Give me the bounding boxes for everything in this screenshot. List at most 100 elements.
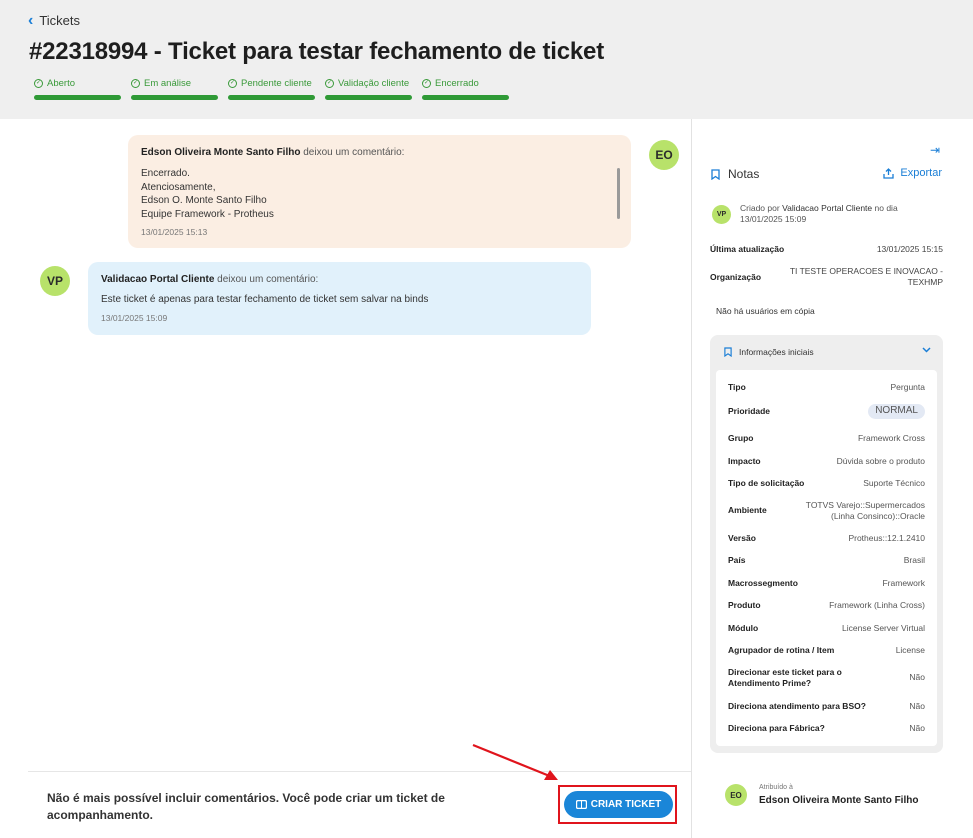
status-progress: ✓ Aberto ✓ Em análise ✓ Pendente cliente ✓ V… — [34, 76, 509, 100]
comment-time: 13/01/2025 15:13 — [141, 227, 208, 237]
annotation-arrow — [472, 743, 558, 780]
back-label: Tickets — [39, 13, 81, 28]
status-step-bar — [34, 95, 121, 100]
info-row-prioridade: Prioridade NORMAL — [728, 404, 925, 419]
no-copy-users: Não há usuários em cópia — [716, 306, 815, 316]
comment-action: deixou um comentário: — [214, 274, 319, 285]
informacoes-iniciais-body: Tipo Pergunta Prioridade NORMAL Grupo Frame… — [716, 370, 937, 746]
avatar: VP — [712, 205, 731, 224]
criar-ticket-label: CRIAR TICKET — [590, 799, 662, 810]
status-step-em-analise: ✓ Em análise — [131, 76, 218, 100]
ticket-icon — [575, 800, 587, 809]
info-key: Produto — [728, 600, 761, 610]
info-key: Direciona para Fábrica? — [728, 723, 825, 733]
info-key: Módulo — [728, 623, 759, 633]
info-row-agrupador: Agrupador de rotina / Item License — [728, 645, 925, 656]
info-key: Direciona atendimento para BSO? — [728, 701, 866, 711]
avatar: VP — [40, 266, 70, 296]
info-key: Prioridade — [728, 406, 771, 416]
organizacao-row: Organização TI TESTE OPERACOES E INOVACA… — [710, 266, 943, 288]
check-circle-icon: ✓ — [34, 78, 43, 88]
info-key: Grupo — [728, 433, 754, 443]
info-value: Pergunta — [890, 382, 926, 392]
created-date: 13/01/2025 15:09 — [740, 213, 807, 224]
info-row-bso: Direciona atendimento para BSO? Não — [728, 701, 925, 712]
comment-bubble: Validacao Portal Cliente deixou um comen… — [88, 262, 591, 335]
info-key: Direcionar este ticket para o Atendiment… — [728, 667, 842, 688]
info-value: Protheus::12.1.2410 — [848, 533, 925, 543]
back-to-tickets-link[interactable]: ‹ Tickets — [28, 11, 81, 29]
priority-badge: NORMAL — [868, 404, 925, 419]
info-value: TOTVS Varejo::Supermercados (Linha Consi… — [805, 500, 925, 521]
status-step-label: Pendente cliente — [241, 77, 312, 89]
informacoes-iniciais-header[interactable]: Informações iniciais — [724, 347, 814, 357]
status-step-bar — [131, 95, 218, 100]
info-row-atendimento-prime: Direcionar este ticket para o Atendiment… — [728, 667, 925, 688]
export-icon — [883, 167, 895, 179]
info-row-versao: Versão Protheus::12.1.2410 — [728, 533, 925, 544]
ultima-atualizacao-label: Última atualização — [710, 244, 785, 254]
organizacao-label: Organização — [710, 272, 762, 282]
chevron-left-icon: ‹ — [28, 11, 34, 29]
info-key: Tipo de solicitação — [728, 478, 805, 488]
assigned-label: Atribuído à — [759, 784, 793, 791]
ultima-atualizacao-value: 13/01/2025 15:15 — [876, 244, 943, 254]
ultima-atualizacao-row: Última atualização 13/01/2025 15:15 — [710, 244, 943, 254]
exportar-button[interactable]: Exportar — [883, 167, 942, 179]
collapse-panel-icon[interactable]: ⇥ — [930, 143, 940, 157]
ticket-header: ‹ Tickets #22318994 - Ticket para testar… — [0, 0, 973, 119]
status-step-label: Encerrado — [435, 77, 479, 89]
chevron-down-icon[interactable] — [922, 345, 931, 356]
exportar-label: Exportar — [900, 167, 942, 179]
status-step-bar — [228, 95, 315, 100]
status-step-encerrado: ✓ Encerrado — [422, 76, 509, 100]
organizacao-value: TI TESTE OPERACOES E INOVACAO - TEXHMP — [789, 266, 943, 287]
check-circle-icon: ✓ — [422, 78, 431, 88]
comment-header: Validacao Portal Cliente deixou um comen… — [101, 274, 578, 285]
info-key: Agrupador de rotina / Item — [728, 645, 835, 655]
info-row-pais: País Brasil — [728, 555, 925, 566]
comment-body: Este ticket é apenas para testar fechame… — [101, 294, 429, 305]
info-value: Framework Cross — [857, 433, 925, 443]
comment-bubble: Edson Oliveira Monte Santo Filho deixou … — [128, 135, 631, 248]
check-circle-icon: ✓ — [131, 78, 140, 88]
status-step-bar — [422, 95, 509, 100]
created-prefix: Criado por — [740, 203, 783, 213]
closed-ticket-message: Não é mais possível incluir comentários.… — [47, 791, 445, 822]
comment-header: Edson Oliveira Monte Santo Filho deixou … — [141, 147, 618, 158]
page-title: #22318994 - Ticket para testar fechament… — [29, 38, 604, 65]
status-step-pendente-cliente: ✓ Pendente cliente — [228, 76, 315, 100]
info-key: Impacto — [728, 456, 761, 466]
info-value: Dúvida sobre o produto — [836, 456, 925, 466]
info-value: Framework (Linha Cross) — [829, 600, 925, 610]
ticket-sidebar: ⇥ Notas Exportar VP Criado por Validacao… — [692, 119, 973, 838]
comment-body: Encerrado. Atenciosamente, Edson O. Mont… — [141, 168, 274, 220]
info-row-grupo: Grupo Framework Cross — [728, 433, 925, 444]
info-row-produto: Produto Framework (Linha Cross) — [728, 600, 925, 611]
created-by: VP Criado por Validacao Portal Cliente n… — [712, 203, 952, 224]
comment-action: deixou um comentário: — [300, 147, 405, 158]
comment-scrollbar[interactable] — [617, 168, 620, 219]
footer-divider — [28, 771, 691, 772]
notas-header: Notas — [711, 167, 759, 181]
comment-author: Edson Oliveira Monte Santo Filho — [141, 147, 301, 158]
info-row-macrossegmento: Macrossegmento Framework — [728, 578, 925, 589]
info-value: Não — [909, 701, 925, 711]
status-step-validacao-cliente: ✓ Validação cliente — [325, 76, 412, 100]
info-value: License Server Virtual — [842, 623, 925, 633]
assigned-to: EO Atribuído à Edson Oliveira Monte Sant… — [725, 784, 918, 806]
criar-ticket-button[interactable]: CRIAR TICKET — [564, 791, 673, 818]
check-circle-icon: ✓ — [325, 78, 334, 88]
created-author: Validacao Portal Cliente — [782, 203, 873, 213]
status-step-aberto: ✓ Aberto — [34, 76, 121, 100]
status-step-bar — [325, 95, 412, 100]
info-row-impacto: Impacto Dúvida sobre o produto — [728, 456, 925, 467]
info-value: Não — [909, 723, 925, 733]
info-value: Framework — [882, 578, 925, 588]
informacoes-iniciais-title: Informações iniciais — [739, 347, 814, 357]
info-row-modulo: Módulo License Server Virtual — [728, 623, 925, 634]
avatar: EO — [649, 140, 679, 170]
info-key: Versão — [728, 533, 756, 543]
info-key: Tipo — [728, 382, 746, 392]
notas-label: Notas — [728, 167, 760, 181]
